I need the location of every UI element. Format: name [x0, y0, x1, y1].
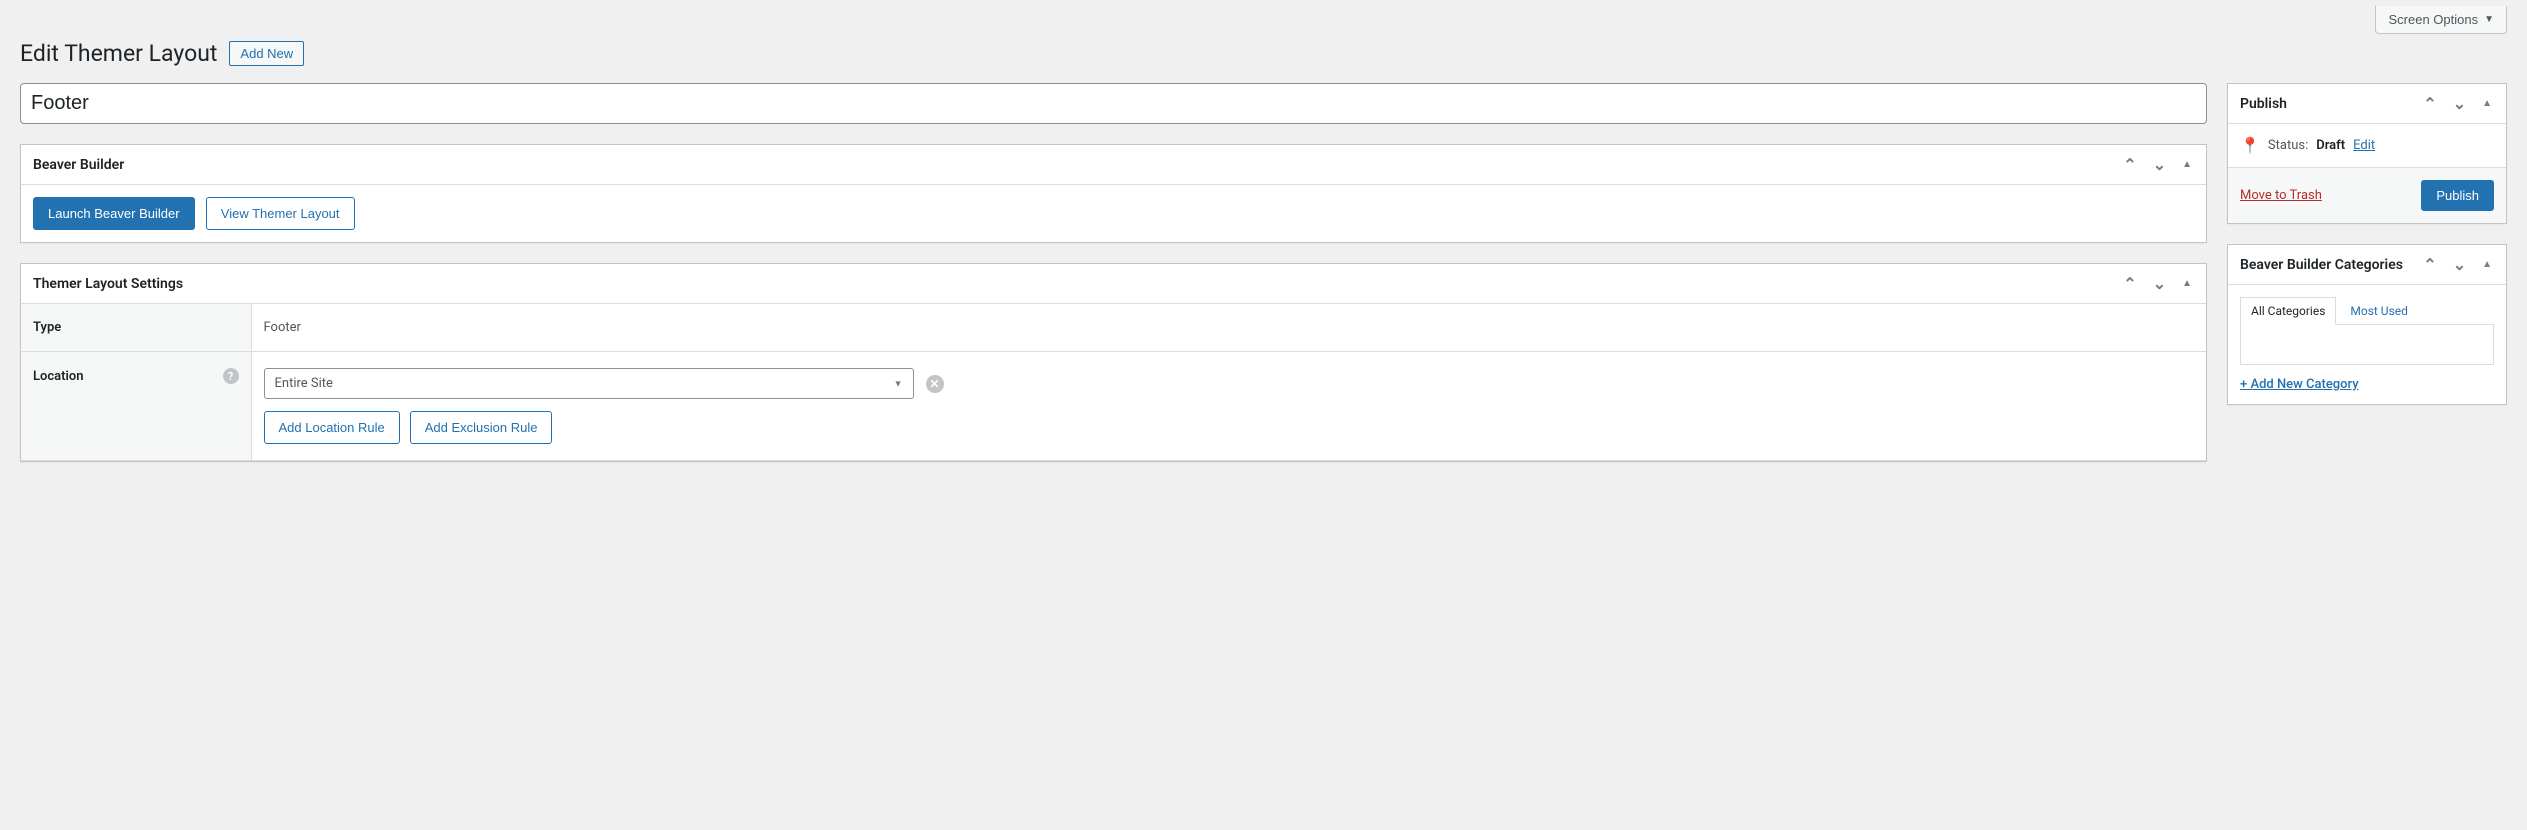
chevron-up-icon: ⌃	[2423, 94, 2436, 114]
edit-status-link[interactable]: Edit	[2353, 138, 2375, 153]
triangle-up-icon: ▲	[2482, 98, 2492, 109]
chevron-down-icon: ⌄	[2153, 274, 2166, 294]
move-down-button[interactable]: ⌄	[2451, 253, 2468, 277]
help-icon[interactable]: ?	[223, 368, 239, 384]
add-new-category-link[interactable]: + Add New Category	[2240, 377, 2359, 392]
move-down-button[interactable]: ⌄	[2151, 153, 2168, 177]
toggle-button[interactable]: ▲	[2480, 96, 2494, 111]
publish-button[interactable]: Publish	[2421, 180, 2494, 211]
triangle-up-icon: ▲	[2182, 159, 2192, 170]
chevron-up-icon: ⌃	[2123, 155, 2136, 175]
chevron-down-icon: ▼	[2484, 14, 2494, 25]
move-up-button[interactable]: ⌃	[2421, 92, 2438, 116]
tab-panel	[2240, 325, 2494, 365]
type-value: Footer	[251, 304, 2206, 352]
move-up-button[interactable]: ⌃	[2421, 253, 2438, 277]
chevron-up-icon: ⌃	[2423, 255, 2436, 275]
remove-rule-icon[interactable]: ✕	[926, 375, 944, 393]
type-label: Type	[21, 304, 251, 352]
add-new-button[interactable]: Add New	[229, 41, 304, 66]
table-row: Type Footer	[21, 304, 2206, 352]
postbox-header: Beaver Builder Categories ⌃ ⌄ ▲	[2228, 245, 2506, 285]
location-select[interactable]: Entire Site	[264, 368, 914, 399]
toggle-button[interactable]: ▲	[2480, 257, 2494, 272]
launch-beaver-builder-button[interactable]: Launch Beaver Builder	[33, 197, 195, 230]
title-input[interactable]	[20, 83, 2207, 124]
postbox-title: Publish	[2240, 96, 2287, 112]
move-down-button[interactable]: ⌄	[2451, 92, 2468, 116]
move-down-button[interactable]: ⌄	[2151, 272, 2168, 296]
screen-options-label: Screen Options	[2388, 12, 2478, 27]
triangle-up-icon: ▲	[2182, 278, 2192, 289]
chevron-up-icon: ⌃	[2123, 274, 2136, 294]
chevron-down-icon: ⌄	[2453, 94, 2466, 114]
move-to-trash-link[interactable]: Move to Trash	[2240, 188, 2322, 203]
table-row: Location ? Entire Site ✕	[21, 352, 2206, 461]
chevron-down-icon: ⌄	[2153, 155, 2166, 175]
move-up-button[interactable]: ⌃	[2121, 272, 2138, 296]
publish-box: Publish ⌃ ⌄ ▲ 📍 Status: Draft Edit Move …	[2227, 83, 2507, 224]
chevron-down-icon: ⌄	[2453, 255, 2466, 275]
location-label: Location	[33, 369, 84, 384]
add-exclusion-rule-button[interactable]: Add Exclusion Rule	[410, 411, 553, 444]
beaver-builder-box: Beaver Builder ⌃ ⌄ ▲ Launch Beaver Build…	[20, 144, 2207, 243]
toggle-button[interactable]: ▲	[2180, 157, 2194, 172]
postbox-header: Beaver Builder ⌃ ⌄ ▲	[21, 145, 2206, 185]
tab-all-categories[interactable]: All Categories	[2240, 297, 2336, 325]
postbox-title: Beaver Builder Categories	[2240, 257, 2403, 273]
status-label: Status:	[2268, 138, 2308, 153]
view-themer-layout-button[interactable]: View Themer Layout	[206, 197, 355, 230]
screen-options-button[interactable]: Screen Options ▼	[2375, 6, 2507, 34]
move-up-button[interactable]: ⌃	[2121, 153, 2138, 177]
pin-icon: 📍	[2240, 136, 2260, 155]
page-title: Edit Themer Layout	[20, 40, 217, 67]
postbox-header: Publish ⌃ ⌄ ▲	[2228, 84, 2506, 124]
postbox-header: Themer Layout Settings ⌃ ⌄ ▲	[21, 264, 2206, 304]
toggle-button[interactable]: ▲	[2180, 276, 2194, 291]
postbox-title: Themer Layout Settings	[33, 276, 183, 292]
themer-layout-settings-box: Themer Layout Settings ⌃ ⌄ ▲ Type Footer	[20, 263, 2207, 462]
postbox-title: Beaver Builder	[33, 157, 124, 173]
add-location-rule-button[interactable]: Add Location Rule	[264, 411, 400, 444]
status-value: Draft	[2316, 138, 2345, 153]
tab-most-used[interactable]: Most Used	[2339, 297, 2419, 325]
location-select-value: Entire Site	[275, 376, 333, 391]
triangle-up-icon: ▲	[2482, 259, 2492, 270]
beaver-builder-categories-box: Beaver Builder Categories ⌃ ⌄ ▲ All Cate…	[2227, 244, 2507, 405]
